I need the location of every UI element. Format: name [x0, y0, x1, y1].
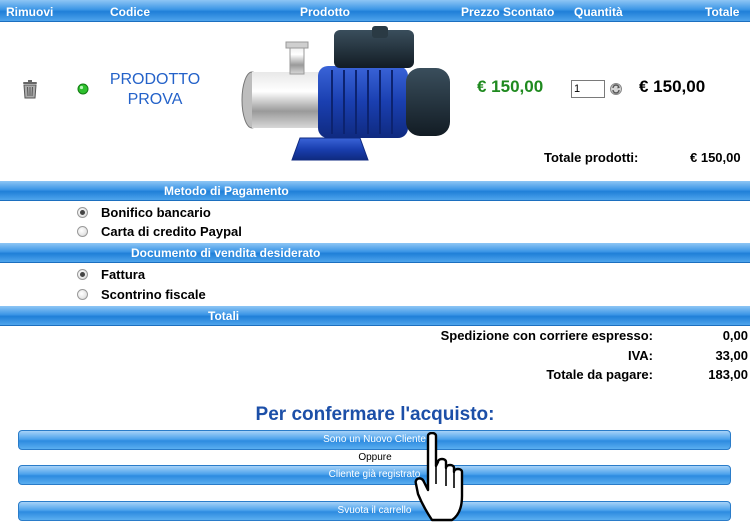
payment-method-title: Metodo di Pagamento [164, 184, 289, 198]
shipping-value: 0,00 [722, 328, 748, 343]
totals-title: Totali [208, 309, 240, 323]
line-total: € 150,00 [639, 77, 706, 96]
payment-option-bank-radio[interactable] [77, 207, 88, 218]
product-name-link[interactable]: PRODOTTO PROVA [100, 70, 210, 110]
product-image[interactable] [236, 26, 458, 171]
payment-option-paypal-radio[interactable] [77, 226, 88, 237]
shipping-label: Spedizione con corriere espresso: [440, 328, 653, 343]
document-option-invoice-radio[interactable] [77, 269, 88, 280]
or-text: Oppure [358, 452, 392, 463]
document-option-receipt-radio[interactable] [77, 289, 88, 300]
document-option-receipt-label[interactable]: Scontrino fiscale [101, 287, 206, 302]
grand-total-value: 183,00 [708, 367, 748, 382]
payment-option-paypal-label[interactable]: Carta di credito Paypal [101, 224, 242, 239]
vat-value: 33,00 [715, 348, 748, 363]
vat-label: IVA: [627, 348, 653, 363]
header-total: Totale [705, 5, 740, 19]
payment-method-bar: Metodo di Pagamento [0, 181, 750, 201]
header-product: Prodotto [300, 5, 350, 19]
trash-icon[interactable] [20, 79, 40, 104]
header-remove: Rimuovi [6, 5, 54, 19]
header-discount-price: Prezzo Scontato [461, 5, 555, 19]
subtotal-label: Totale prodotti: [544, 150, 639, 165]
refresh-icon[interactable] [609, 82, 623, 101]
header-code: Codice [110, 5, 151, 19]
cart-table-header: Rimuovi Codice Prodotto Prezzo Scontato … [0, 0, 750, 22]
empty-cart-button[interactable]: Svuota il carrello [18, 501, 731, 521]
quantity-input[interactable] [571, 80, 605, 98]
new-customer-button[interactable]: Sono un Nuovo Cliente [18, 430, 731, 450]
product-name-line2: PROVA [127, 91, 183, 108]
document-type-bar: Documento di vendita desiderato [0, 243, 750, 263]
discount-price: € 150,00 [477, 77, 544, 96]
document-option-invoice-label[interactable]: Fattura [101, 267, 145, 282]
green-status-icon [77, 82, 89, 100]
header-quantity: Quantità [574, 5, 623, 19]
registered-customer-button[interactable]: Cliente già registrato [18, 465, 731, 485]
totals-bar: Totali [0, 306, 750, 326]
payment-option-bank-label[interactable]: Bonifico bancario [101, 205, 211, 220]
document-type-title: Documento di vendita desiderato [131, 246, 321, 260]
confirm-heading: Per confermare l'acquisto: [255, 404, 495, 425]
hand-cursor-icon [414, 431, 474, 529]
grand-total-label: Totale da pagare: [546, 367, 653, 382]
product-name-line1: PRODOTTO [109, 71, 201, 88]
subtotal-value: € 150,00 [690, 150, 741, 165]
